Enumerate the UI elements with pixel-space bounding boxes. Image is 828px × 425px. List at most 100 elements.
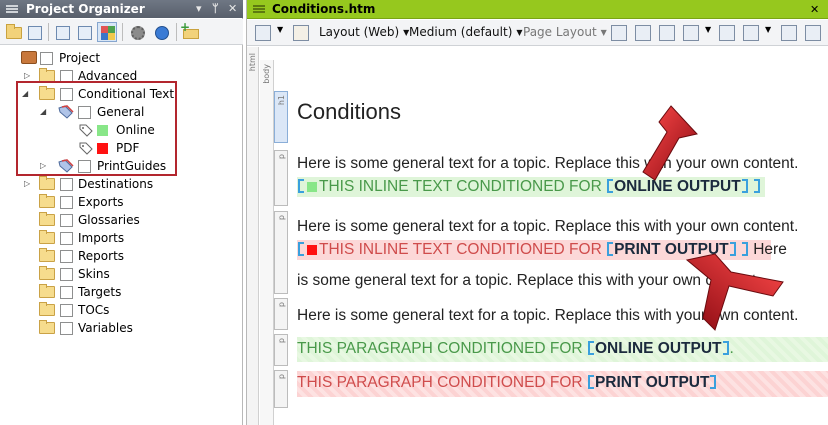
font-icon[interactable] [743,25,759,41]
online-color-swatch [307,182,317,192]
settings-button[interactable] [127,22,147,42]
condition-end-marker [753,179,760,193]
checkbox[interactable] [60,286,73,299]
folder-icon [39,302,55,316]
print-paragraph: THIS PARAGRAPH CONDITIONED FOR PRINT OUT… [297,373,717,393]
preview-icon[interactable] [611,25,627,41]
format-brush-icon[interactable] [293,25,309,41]
condition-start-marker [587,375,594,389]
editor-toolbar: ▼ Layout (Web) ▼ Medium (default) ▼ Page L… [247,20,828,46]
chevron-down-icon[interactable]: ▼ [765,25,771,34]
print-icon[interactable] [635,25,651,41]
pointer-arrow-icon [642,105,698,181]
view-button[interactable] [24,22,44,42]
app-window: Project Organizer ▾ ᛘ ✕ Project [0,0,828,425]
checkbox[interactable] [40,52,53,65]
pin-icon[interactable]: ᛘ [212,0,219,18]
checkbox[interactable] [60,322,73,335]
refresh-button[interactable] [151,22,171,42]
checkbox[interactable] [60,250,73,263]
tree-item-project[interactable]: Project [0,49,243,67]
folder-icon [39,266,55,280]
condition-start-marker [587,341,594,355]
new-item-button[interactable] [52,22,72,42]
folder-icon [39,230,55,244]
online-paragraph: THIS PARAGRAPH CONDITIONED FOR ONLINE OU… [297,340,734,357]
close-icon[interactable]: ✕ [228,0,237,18]
structure-bar-html: html [247,47,259,425]
add-folder-icon [180,20,199,39]
duplicate-button[interactable] [74,22,94,42]
table-icon[interactable] [683,25,699,41]
image-icon[interactable] [659,25,675,41]
checkbox[interactable] [60,178,73,191]
editor-title-bar: Conditions.htm ✕ [247,0,828,19]
tree-item-variables[interactable]: Variables [0,319,243,337]
condition-end-marker [710,375,717,389]
new-item-icon [56,26,70,40]
structure-block-p[interactable]: p [274,150,288,206]
zoom-icon[interactable] [255,25,271,41]
folder-icon [39,212,55,226]
structure-block-p[interactable]: p [274,211,288,294]
close-icon[interactable]: ✕ [810,0,819,19]
page-layout-dropdown[interactable]: Page Layout ▼ [523,25,607,39]
document-content[interactable]: Conditions Here is some general text for… [297,47,828,425]
tree-item-imports[interactable]: Imports [0,229,243,247]
add-folder-button[interactable] [180,20,200,42]
grid-icon [101,26,115,40]
structure-block-h1[interactable]: h1 [274,91,288,143]
folder-icon [6,24,22,39]
properties-button[interactable] [97,22,117,42]
general-paragraph-2: Here is some general text for a topic. R… [297,218,799,235]
structure-bar-body: body [260,60,274,425]
checkbox[interactable] [60,304,73,317]
general-paragraph-1: Here is some general text for a topic. R… [297,155,799,172]
condition-start-marker [298,179,304,193]
grip-icon [253,5,265,13]
condition-start-marker [298,242,304,256]
condition-end-marker [722,341,729,355]
tree-item-destinations[interactable]: ▷ Destinations [0,175,243,193]
folder-icon [39,320,55,334]
project-organizer-panel: Project Organizer ▾ ᛘ ✕ Project [0,0,243,425]
medium-dropdown[interactable]: Medium (default) ▼ [409,25,523,39]
refresh-icon [155,26,169,40]
pointer-arrow-icon [685,253,784,331]
chevron-down-icon[interactable]: ▼ [705,25,711,34]
structure-block-p[interactable]: p [274,334,288,366]
checkbox[interactable] [60,214,73,227]
link-icon[interactable] [805,25,821,41]
chevron-down-icon[interactable]: ▼ [277,25,283,34]
project-organizer-toolbar [0,19,243,45]
expand-icon[interactable]: ▷ [24,175,30,193]
folder-icon [39,248,55,262]
tree-item-exports[interactable]: Exports [0,193,243,211]
checkbox[interactable] [60,268,73,281]
tree-item-glossaries[interactable]: Glossaries [0,211,243,229]
tree-item-targets[interactable]: Targets [0,283,243,301]
briefcase-icon [21,51,37,64]
duplicate-icon [78,26,92,40]
layout-dropdown[interactable]: Layout (Web) ▼ [319,25,409,39]
open-folder-button[interactable] [3,22,23,42]
structure-block-p[interactable]: p [274,370,288,408]
window-icon [28,26,42,40]
project-organizer-title-bar: Project Organizer ▾ ᛘ ✕ [0,0,243,18]
panel-title: Project Organizer [26,2,145,16]
dropdown-icon[interactable]: ▾ [196,0,202,18]
tree-item-tocs[interactable]: TOCs [0,301,243,319]
checkbox[interactable] [60,232,73,245]
tree-item-skins[interactable]: Skins [0,265,243,283]
condition-start-marker [607,242,614,256]
checkbox[interactable] [60,196,73,209]
document-title: Conditions.htm [272,2,376,16]
pdf-color-swatch [307,245,317,255]
highlight-box [16,81,177,176]
text-icon[interactable] [719,25,735,41]
tree-item-reports[interactable]: Reports [0,247,243,265]
structure-block-p[interactable]: p [274,298,288,330]
condition-end-marker [741,179,748,193]
condition-start-marker [607,179,614,193]
info-icon[interactable] [781,25,797,41]
